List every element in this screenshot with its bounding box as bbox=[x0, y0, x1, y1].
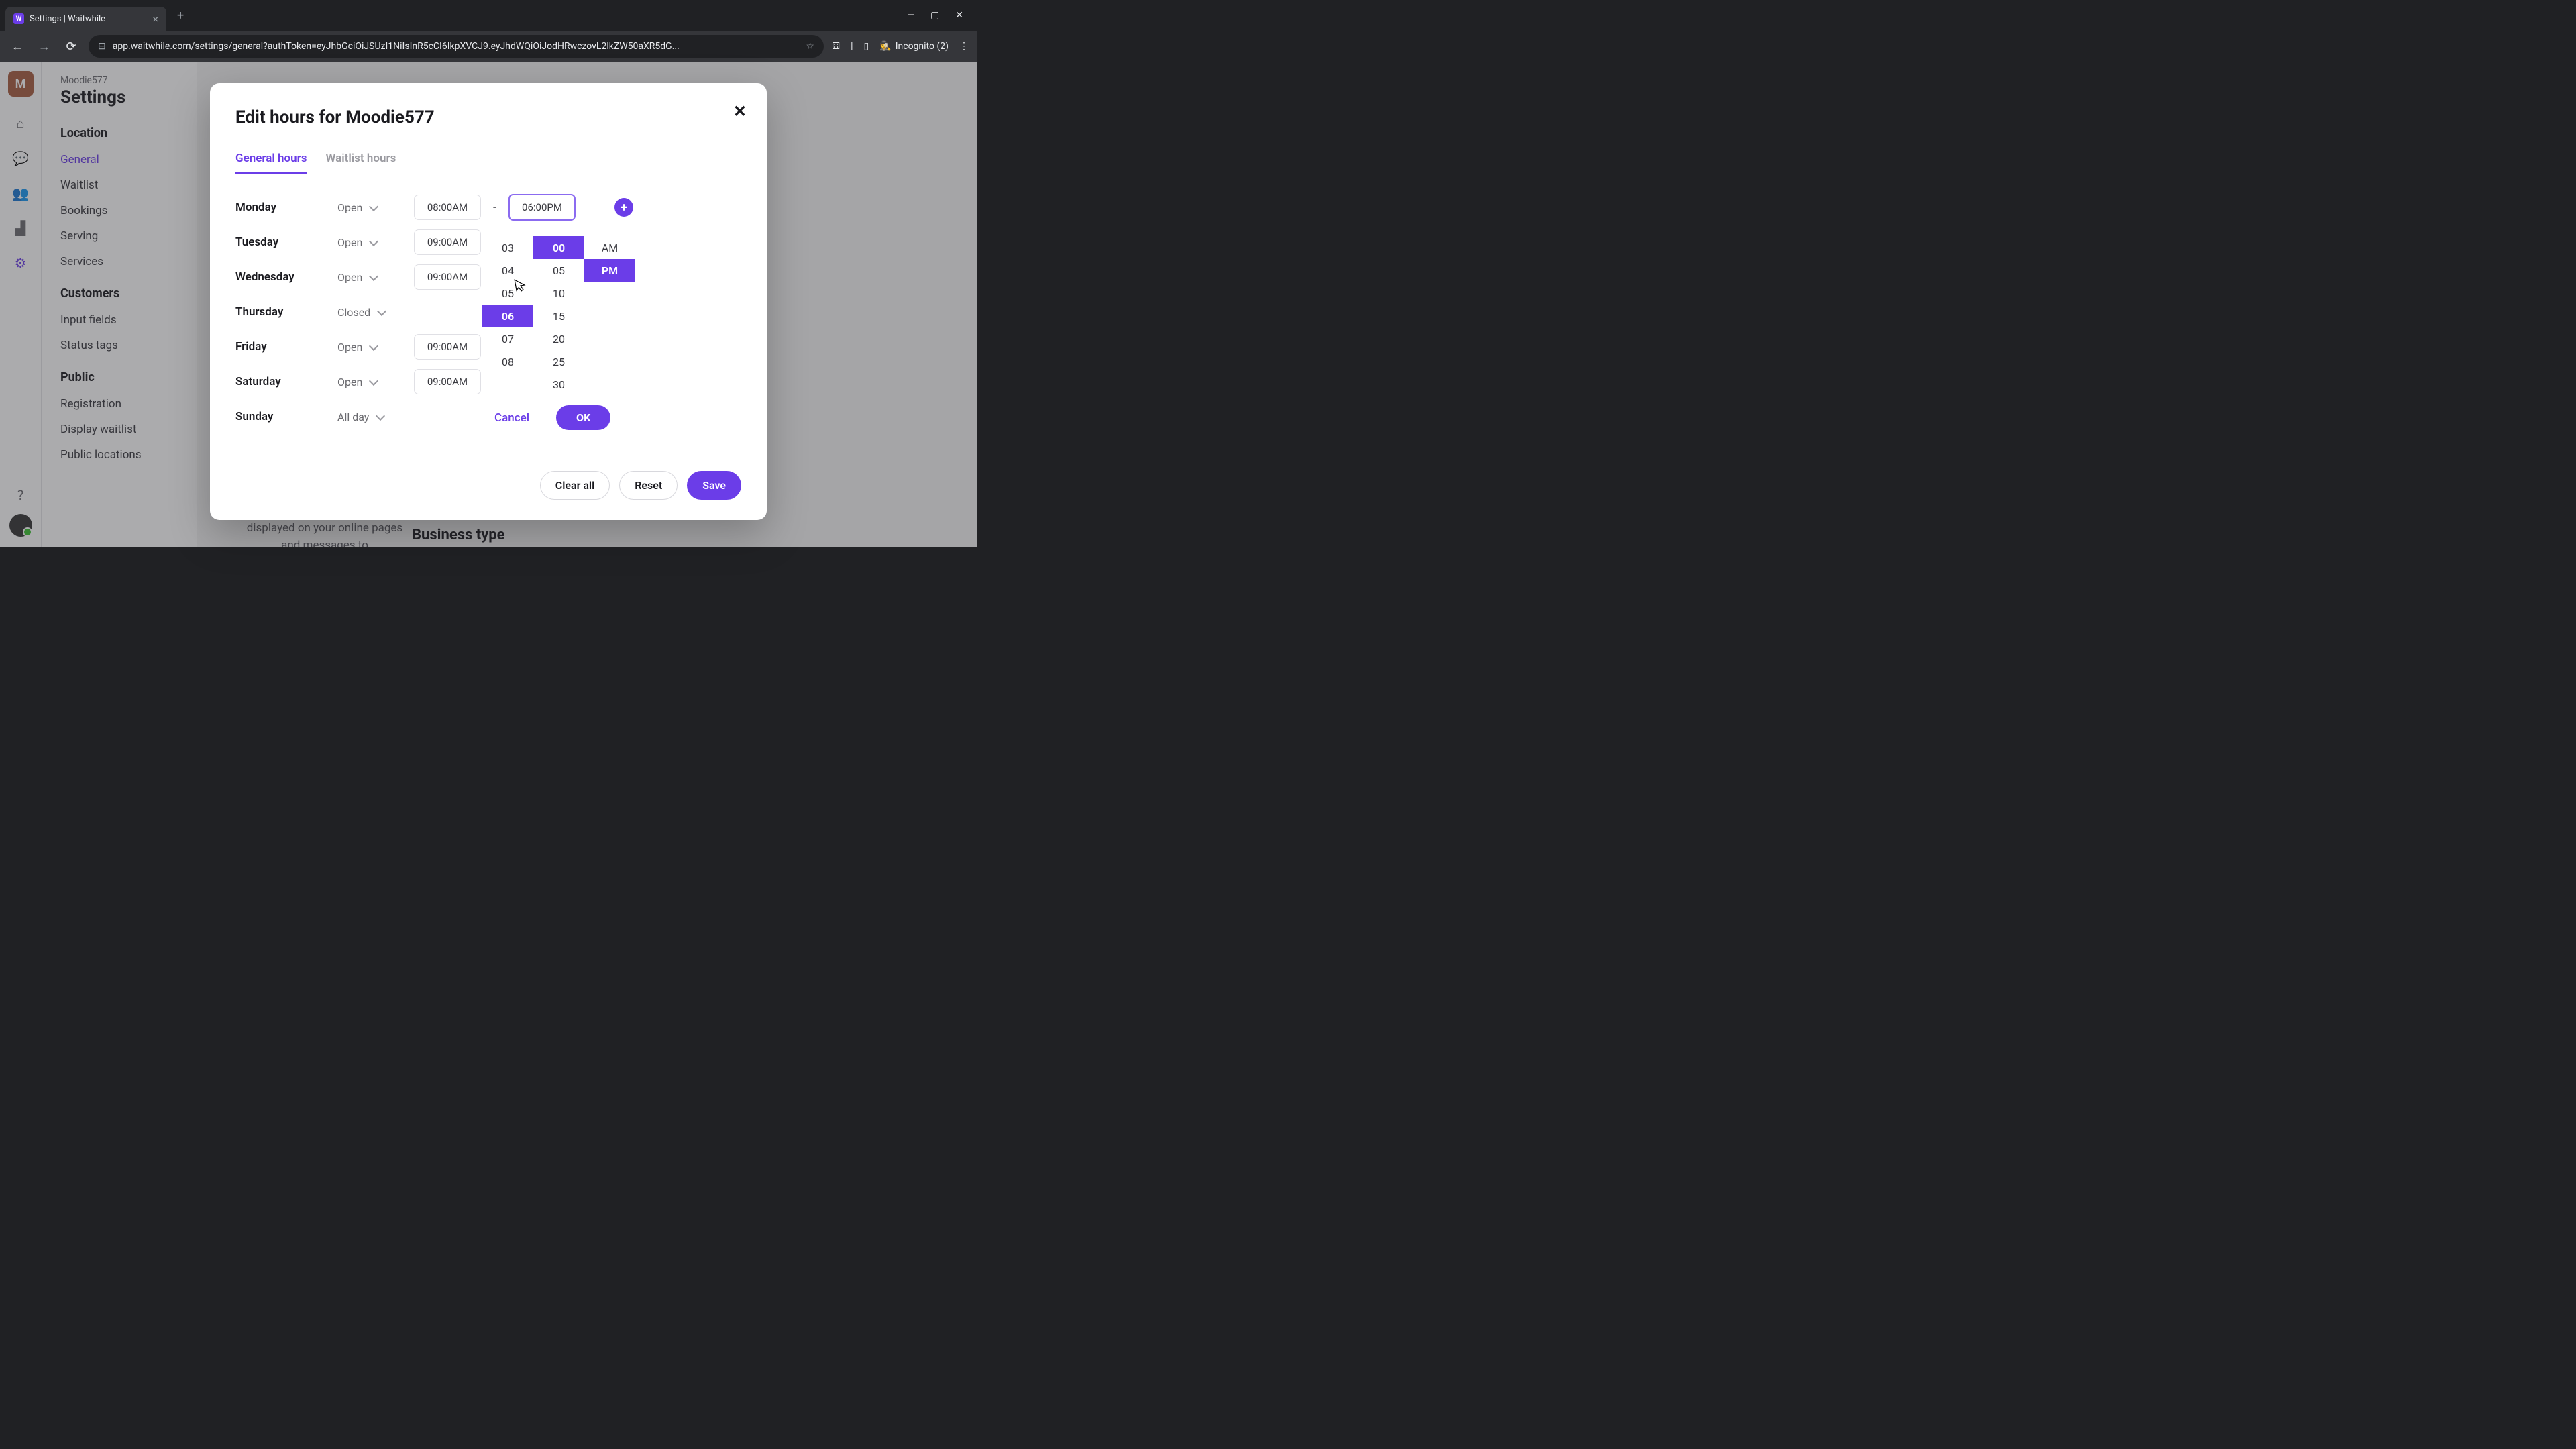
status-select[interactable]: Open bbox=[331, 266, 405, 289]
extensions-icon[interactable]: ⚃ bbox=[832, 41, 840, 52]
browser-tab[interactable]: W Settings | Waitwhile × bbox=[5, 7, 166, 31]
status-select[interactable]: All day bbox=[331, 405, 405, 429]
new-tab-button[interactable]: + bbox=[177, 9, 184, 23]
picker-ok-button[interactable]: OK bbox=[556, 405, 610, 430]
hours-row-sunday: Sunday All day bbox=[235, 402, 741, 431]
picker-hour-option[interactable]: 08 bbox=[482, 350, 533, 373]
open-time-input[interactable]: 09:00AM bbox=[414, 264, 481, 290]
divider: | bbox=[851, 41, 853, 52]
incognito-badge[interactable]: 🕵 Incognito (2) bbox=[879, 41, 949, 52]
favicon-icon: W bbox=[13, 13, 24, 24]
maximize-icon[interactable]: ▢ bbox=[930, 10, 939, 21]
url-text: app.waitwhile.com/settings/general?authT… bbox=[113, 41, 800, 52]
tab-waitlist-hours[interactable]: Waitlist hours bbox=[325, 152, 396, 174]
picker-ampm-column[interactable]: AM PM bbox=[584, 236, 635, 396]
incognito-label: Incognito (2) bbox=[896, 41, 949, 52]
bookmark-icon[interactable]: ☆ bbox=[806, 41, 814, 52]
tab-title: Settings | Waitwhile bbox=[30, 14, 147, 24]
status-select[interactable]: Open bbox=[331, 231, 405, 254]
open-time-input[interactable]: 09:00AM bbox=[414, 369, 481, 394]
clear-all-button[interactable]: Clear all bbox=[540, 471, 610, 500]
picker-minute-option[interactable]: 25 bbox=[533, 350, 584, 373]
open-time-input[interactable]: 09:00AM bbox=[414, 229, 481, 255]
picker-hour-option[interactable]: 06 bbox=[482, 305, 533, 327]
tab-general-hours[interactable]: General hours bbox=[235, 152, 307, 174]
picker-minute-option[interactable]: 10 bbox=[533, 282, 584, 305]
day-label: Friday bbox=[235, 340, 321, 354]
picker-ampm-option[interactable]: PM bbox=[584, 259, 635, 282]
close-icon[interactable]: × bbox=[152, 13, 158, 25]
close-window-icon[interactable]: ✕ bbox=[955, 10, 963, 21]
hours-row-monday: Monday Open 08:00AM - 06:00PM + bbox=[235, 193, 741, 221]
picker-minute-option[interactable]: 20 bbox=[533, 327, 584, 350]
picker-cancel-button[interactable]: Cancel bbox=[494, 411, 529, 425]
day-label: Tuesday bbox=[235, 235, 321, 249]
time-picker: 03 04 05 06 07 08 00 05 10 15 20 25 30 A… bbox=[482, 236, 635, 396]
open-time-input[interactable]: 08:00AM bbox=[414, 195, 481, 220]
reload-button[interactable]: ⟳ bbox=[62, 40, 80, 54]
back-button[interactable]: ← bbox=[8, 40, 27, 54]
close-icon[interactable]: ✕ bbox=[733, 102, 747, 121]
reader-icon[interactable]: ▯ bbox=[864, 41, 869, 52]
picker-hour-option[interactable]: 03 bbox=[482, 236, 533, 259]
picker-actions: Cancel OK bbox=[494, 405, 610, 430]
status-select[interactable]: Open bbox=[331, 196, 405, 219]
picker-minute-option[interactable]: 05 bbox=[533, 259, 584, 282]
picker-hour-option[interactable]: 05 bbox=[482, 282, 533, 305]
open-time-input[interactable]: 09:00AM bbox=[414, 334, 481, 360]
time-dash: - bbox=[493, 201, 496, 215]
window-controls: — ▢ ✕ bbox=[907, 10, 971, 21]
day-label: Sunday bbox=[235, 410, 321, 423]
day-label: Thursday bbox=[235, 305, 321, 319]
status-select[interactable]: Open bbox=[331, 370, 405, 394]
picker-hour-option[interactable]: 07 bbox=[482, 327, 533, 350]
forward-button[interactable]: → bbox=[35, 40, 54, 54]
browser-toolbar: ← → ⟳ ⊟ app.waitwhile.com/settings/gener… bbox=[0, 31, 977, 62]
modal-title: Edit hours for Moodie577 bbox=[235, 107, 741, 127]
browser-tab-strip: W Settings | Waitwhile × + — ▢ ✕ bbox=[0, 0, 977, 31]
address-bar[interactable]: ⊟ app.waitwhile.com/settings/general?aut… bbox=[89, 35, 824, 58]
picker-minute-option[interactable]: 30 bbox=[533, 373, 584, 396]
picker-minute-option[interactable]: 15 bbox=[533, 305, 584, 327]
day-label: Monday bbox=[235, 201, 321, 214]
save-button[interactable]: Save bbox=[687, 471, 741, 500]
site-info-icon[interactable]: ⊟ bbox=[98, 41, 106, 52]
day-label: Saturday bbox=[235, 375, 321, 388]
incognito-icon: 🕵 bbox=[879, 41, 891, 52]
status-select[interactable]: Closed bbox=[331, 301, 405, 324]
edit-hours-modal: ✕ Edit hours for Moodie577 General hours… bbox=[210, 83, 767, 520]
minimize-icon[interactable]: — bbox=[907, 10, 914, 21]
modal-footer: Clear all Reset Save bbox=[235, 471, 741, 500]
picker-hours-column[interactable]: 03 04 05 06 07 08 bbox=[482, 236, 533, 396]
picker-ampm-option[interactable]: AM bbox=[584, 236, 635, 259]
close-time-input[interactable]: 06:00PM bbox=[508, 194, 576, 221]
day-label: Wednesday bbox=[235, 270, 321, 284]
picker-hour-option[interactable]: 04 bbox=[482, 259, 533, 282]
modal-tabs: General hours Waitlist hours bbox=[235, 152, 741, 174]
picker-minute-option[interactable]: 00 bbox=[533, 236, 584, 259]
reset-button[interactable]: Reset bbox=[619, 471, 678, 500]
menu-icon[interactable]: ⋮ bbox=[959, 41, 969, 52]
status-select[interactable]: Open bbox=[331, 335, 405, 359]
add-interval-button[interactable]: + bbox=[614, 198, 633, 217]
modal-overlay: ✕ Edit hours for Moodie577 General hours… bbox=[0, 62, 977, 547]
picker-minutes-column[interactable]: 00 05 10 15 20 25 30 bbox=[533, 236, 584, 396]
